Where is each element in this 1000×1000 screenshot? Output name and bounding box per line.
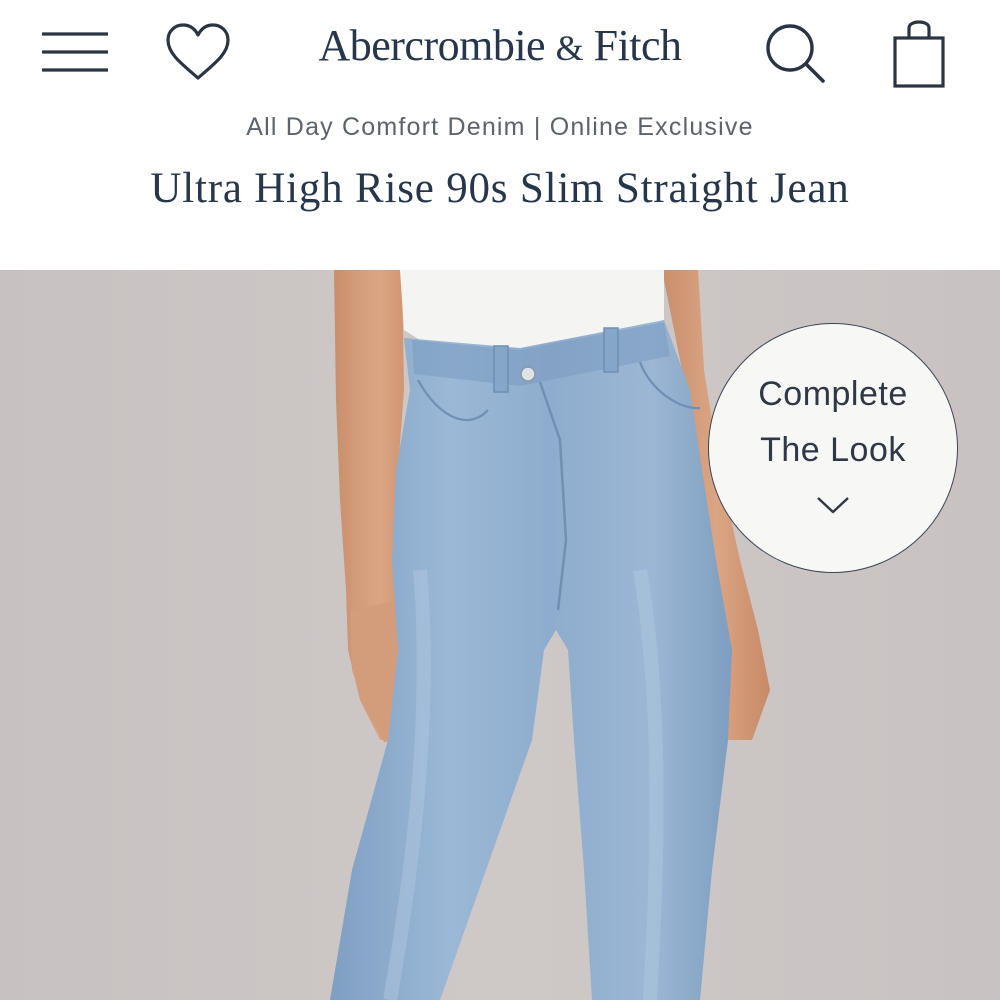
logo-word-abercrombie: Abercrombie: [318, 21, 546, 70]
product-page: Abercrombie & Fitch All Day Comfort Deni…: [0, 0, 1000, 1000]
search-button[interactable]: [760, 18, 830, 88]
search-icon: [766, 24, 825, 83]
shopping-bag-button[interactable]: [885, 14, 953, 90]
brand-logo[interactable]: Abercrombie & Fitch: [270, 18, 730, 76]
shopping-bag-icon: [893, 20, 945, 88]
logo-word-fitch: Fitch: [593, 21, 682, 70]
chevron-down-icon: [815, 494, 851, 516]
complete-the-look-line-2: The Look: [760, 431, 906, 469]
menu-button[interactable]: [38, 24, 112, 80]
hamburger-menu-icon: [42, 32, 108, 72]
complete-the-look-line-1: Complete: [758, 375, 908, 413]
logo-ampersand: &: [555, 28, 584, 68]
product-collection-label: All Day Comfort Denim | Online Exclusive: [246, 113, 754, 141]
product-title: Ultra High Rise 90s Slim Straight Jean: [150, 165, 850, 212]
heart-icon: [166, 23, 230, 80]
complete-the-look-button[interactable]: Complete The Look: [708, 323, 958, 573]
favorites-button[interactable]: [160, 20, 236, 84]
site-header: Abercrombie & Fitch: [0, 0, 1000, 100]
